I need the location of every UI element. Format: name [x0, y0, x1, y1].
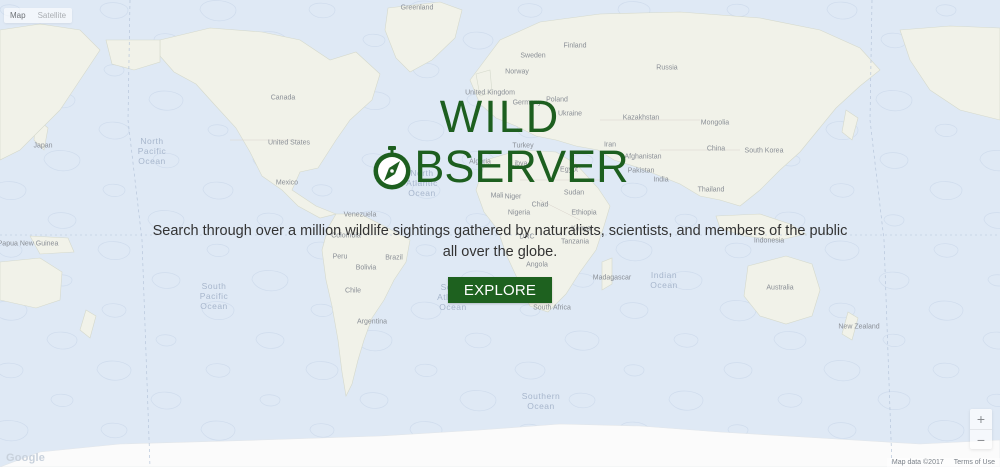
zoom-control[interactable]: + −	[970, 409, 992, 449]
country-label: Chile	[345, 287, 361, 295]
map-attribution: Map data ©2017 Terms of Use	[886, 458, 1000, 467]
zoom-in-button[interactable]: +	[970, 409, 992, 429]
country-label: Australia	[766, 284, 794, 292]
country-label: South Africa	[533, 304, 571, 312]
country-label: Finland	[563, 42, 587, 50]
compass-icon	[373, 146, 411, 190]
tagline: Search through over a million wildlife s…	[152, 223, 848, 260]
country-label: Venezuela	[343, 211, 377, 219]
explore-button[interactable]: EXPLORE	[448, 277, 552, 303]
country-label: Greenland	[400, 4, 434, 12]
country-label: Madagascar	[592, 274, 632, 282]
map-data-credit: Map data ©2017	[891, 459, 944, 466]
country-label: Argentina	[357, 318, 387, 326]
zoom-out-button[interactable]: −	[970, 429, 992, 449]
title-observer-rest: BSERVER	[414, 141, 629, 192]
title-wild: WILD	[439, 91, 561, 142]
map-type-map-button[interactable]: Map	[4, 8, 32, 23]
country-label: Papua New Guinea	[0, 240, 59, 248]
country-label: New Zealand	[838, 323, 880, 331]
ocean-label: Indian Ocean	[650, 270, 678, 290]
country-label: Nigeria	[507, 209, 531, 217]
map-type-satellite-button[interactable]: Satellite	[32, 8, 72, 23]
country-label: Sweden	[520, 52, 546, 60]
country-label: Russia	[656, 64, 678, 72]
country-label: Bolivia	[355, 264, 377, 272]
title-observer: BSERVER	[0, 140, 1000, 194]
ocean-label: South Pacific Ocean	[199, 281, 229, 311]
map-type-control[interactable]: Map Satellite	[4, 8, 73, 23]
country-label: Chad	[531, 201, 549, 209]
ocean-label: Southern Ocean	[521, 391, 561, 411]
country-label: Norway	[505, 68, 529, 76]
terms-of-use-link[interactable]: Terms of Use	[949, 458, 1000, 467]
country-label: Niger	[504, 193, 522, 201]
country-label: Ethiopia	[571, 209, 597, 217]
google-logo: Google	[6, 452, 46, 464]
